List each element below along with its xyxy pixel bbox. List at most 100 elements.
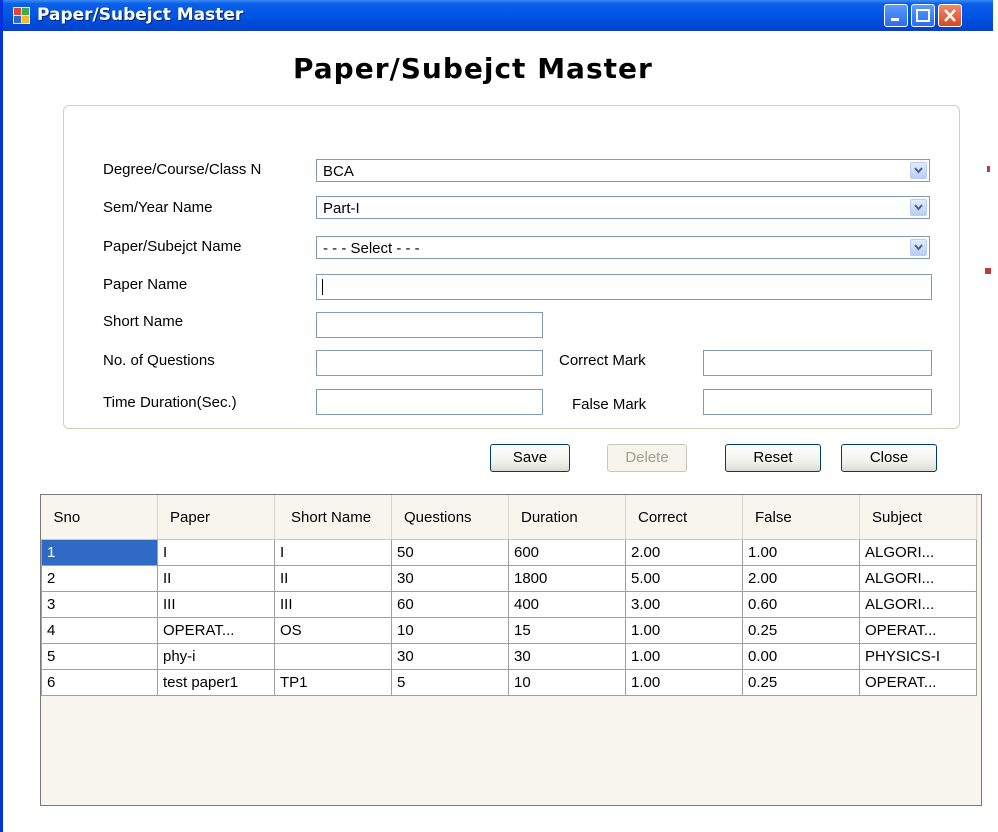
questions-input[interactable] xyxy=(316,350,543,376)
table-cell[interactable]: 60 xyxy=(391,591,509,618)
subject-value: - - - Select - - - xyxy=(323,240,420,257)
short-name-input[interactable] xyxy=(316,312,543,338)
duration-input[interactable] xyxy=(316,389,543,415)
reset-button[interactable]: Reset xyxy=(725,444,821,472)
table-cell[interactable]: 2.00 xyxy=(742,565,860,592)
table-cell[interactable]: 5 xyxy=(391,669,509,696)
table-cell[interactable]: 6 xyxy=(41,669,158,696)
table-cell[interactable]: 1.00 xyxy=(625,669,743,696)
table-cell[interactable]: III xyxy=(274,591,392,618)
table-cell[interactable]: 15 xyxy=(508,617,626,644)
table-cell[interactable]: OPERAT... xyxy=(157,617,275,644)
subject-dropdown-arrow[interactable] xyxy=(910,239,927,256)
delete-button[interactable]: Delete xyxy=(607,444,687,472)
chevron-down-icon xyxy=(914,244,923,251)
table-cell[interactable]: III xyxy=(157,591,275,618)
table-cell[interactable]: 2 xyxy=(41,565,158,592)
table-cell[interactable]: 30 xyxy=(508,643,626,670)
table-cell[interactable]: 1 xyxy=(41,539,158,566)
table-cell[interactable]: II xyxy=(274,565,392,592)
close-button[interactable]: Close xyxy=(841,444,937,472)
maximize-button[interactable] xyxy=(911,4,935,27)
table-cell[interactable]: I xyxy=(274,539,392,566)
table-cell[interactable]: II xyxy=(157,565,275,592)
table-cell[interactable]: ALGORI... xyxy=(859,565,977,592)
sem-combo[interactable]: Part-I xyxy=(316,196,930,219)
table-cell[interactable]: 1.00 xyxy=(625,617,743,644)
table-cell[interactable]: OPERAT... xyxy=(859,669,977,696)
table-cell[interactable]: 50 xyxy=(391,539,509,566)
window-title: Paper/Subejct Master xyxy=(37,5,244,25)
table-cell[interactable]: 600 xyxy=(508,539,626,566)
column-header[interactable]: Subject xyxy=(859,495,977,540)
table-cell[interactable]: 3 xyxy=(41,591,158,618)
column-header[interactable]: Duration xyxy=(508,495,626,540)
page-heading: Paper/Subejct Master xyxy=(293,52,653,85)
false-mark-input[interactable] xyxy=(703,389,932,415)
duration-label: Time Duration(Sec.) xyxy=(103,394,237,411)
table-row[interactable]: 3 III III 60 400 3.00 0.60 ALGORI... xyxy=(41,591,977,618)
sem-value: Part-I xyxy=(323,200,360,217)
table-cell[interactable]: 0.60 xyxy=(742,591,860,618)
table-cell[interactable]: ALGORI... xyxy=(859,591,977,618)
column-header[interactable]: Paper xyxy=(157,495,275,540)
table-cell[interactable]: 0.00 xyxy=(742,643,860,670)
table-cell[interactable]: test paper1 xyxy=(157,669,275,696)
table-row[interactable]: 1 I I 50 600 2.00 1.00 ALGORI... xyxy=(41,539,977,566)
table-cell[interactable]: OS xyxy=(274,617,392,644)
table-cell[interactable]: I xyxy=(157,539,275,566)
degree-value: BCA xyxy=(323,163,354,180)
minimize-button[interactable] xyxy=(884,4,908,27)
save-button[interactable]: Save xyxy=(490,444,570,472)
text-caret xyxy=(322,279,323,295)
table-cell[interactable]: 3.00 xyxy=(625,591,743,618)
papers-table: Sno Paper Short Name Questions Duration Corre… xyxy=(41,495,977,696)
table-cell[interactable]: OPERAT... xyxy=(859,617,977,644)
correct-mark-label: Correct Mark xyxy=(559,352,646,369)
table-cell[interactable]: 30 xyxy=(391,643,509,670)
sem-dropdown-arrow[interactable] xyxy=(910,199,927,216)
table-cell[interactable]: 0.25 xyxy=(742,669,860,696)
app-window: Paper/Subejct Master Paper/Subejct Maste… xyxy=(0,0,993,832)
table-row[interactable]: 2 II II 30 1800 5.00 2.00 ALGORI... xyxy=(41,565,977,592)
table-row[interactable]: 5 phy-i 30 30 1.00 0.00 PHYSICS-I xyxy=(41,643,977,670)
table-cell[interactable]: 1800 xyxy=(508,565,626,592)
subject-combo[interactable]: - - - Select - - - xyxy=(316,236,930,259)
table-cell[interactable]: 30 xyxy=(391,565,509,592)
column-header[interactable]: Sno xyxy=(41,495,158,540)
correct-mark-input[interactable] xyxy=(703,350,932,376)
table-cell[interactable]: PHYSICS-I xyxy=(859,643,977,670)
table-cell[interactable]: 10 xyxy=(508,669,626,696)
degree-combo[interactable]: BCA xyxy=(316,159,930,182)
table-cell[interactable]: 1.00 xyxy=(625,643,743,670)
table-cell[interactable]: 5.00 xyxy=(625,565,743,592)
table-row[interactable]: 6 test paper1 TP1 5 10 1.00 0.25 OPERAT... xyxy=(41,669,977,696)
table-cell[interactable]: 4 xyxy=(41,617,158,644)
degree-dropdown-arrow[interactable] xyxy=(910,162,927,179)
table-cell[interactable]: ALGORI... xyxy=(859,539,977,566)
close-window-button[interactable] xyxy=(938,4,962,27)
table-row[interactable]: 4 OPERAT... OS 10 15 1.00 0.25 OPERAT... xyxy=(41,617,977,644)
table-cell[interactable] xyxy=(274,643,392,670)
table-cell[interactable]: 10 xyxy=(391,617,509,644)
table-cell[interactable]: 2.00 xyxy=(625,539,743,566)
title-bar[interactable]: Paper/Subejct Master xyxy=(3,0,993,31)
table-cell[interactable]: 0.25 xyxy=(742,617,860,644)
table-cell[interactable]: 400 xyxy=(508,591,626,618)
side-marker xyxy=(985,268,991,274)
paper-name-input[interactable] xyxy=(316,274,932,300)
column-header[interactable]: Correct xyxy=(625,495,743,540)
chevron-down-icon xyxy=(914,204,923,211)
minimize-icon xyxy=(891,18,899,21)
column-header[interactable]: False xyxy=(742,495,860,540)
table-cell[interactable]: phy-i xyxy=(157,643,275,670)
short-name-label: Short Name xyxy=(103,313,184,330)
subject-label: Paper/Subejct Name xyxy=(103,238,242,255)
column-header[interactable]: Short Name xyxy=(274,495,392,540)
table-cell[interactable]: 1.00 xyxy=(742,539,860,566)
table-cell[interactable]: TP1 xyxy=(274,669,392,696)
column-header[interactable]: Questions xyxy=(391,495,509,540)
table-cell[interactable]: 5 xyxy=(41,643,158,670)
papers-grid[interactable]: Sno Paper Short Name Questions Duration Corre… xyxy=(40,494,982,806)
chevron-down-icon xyxy=(914,167,923,174)
